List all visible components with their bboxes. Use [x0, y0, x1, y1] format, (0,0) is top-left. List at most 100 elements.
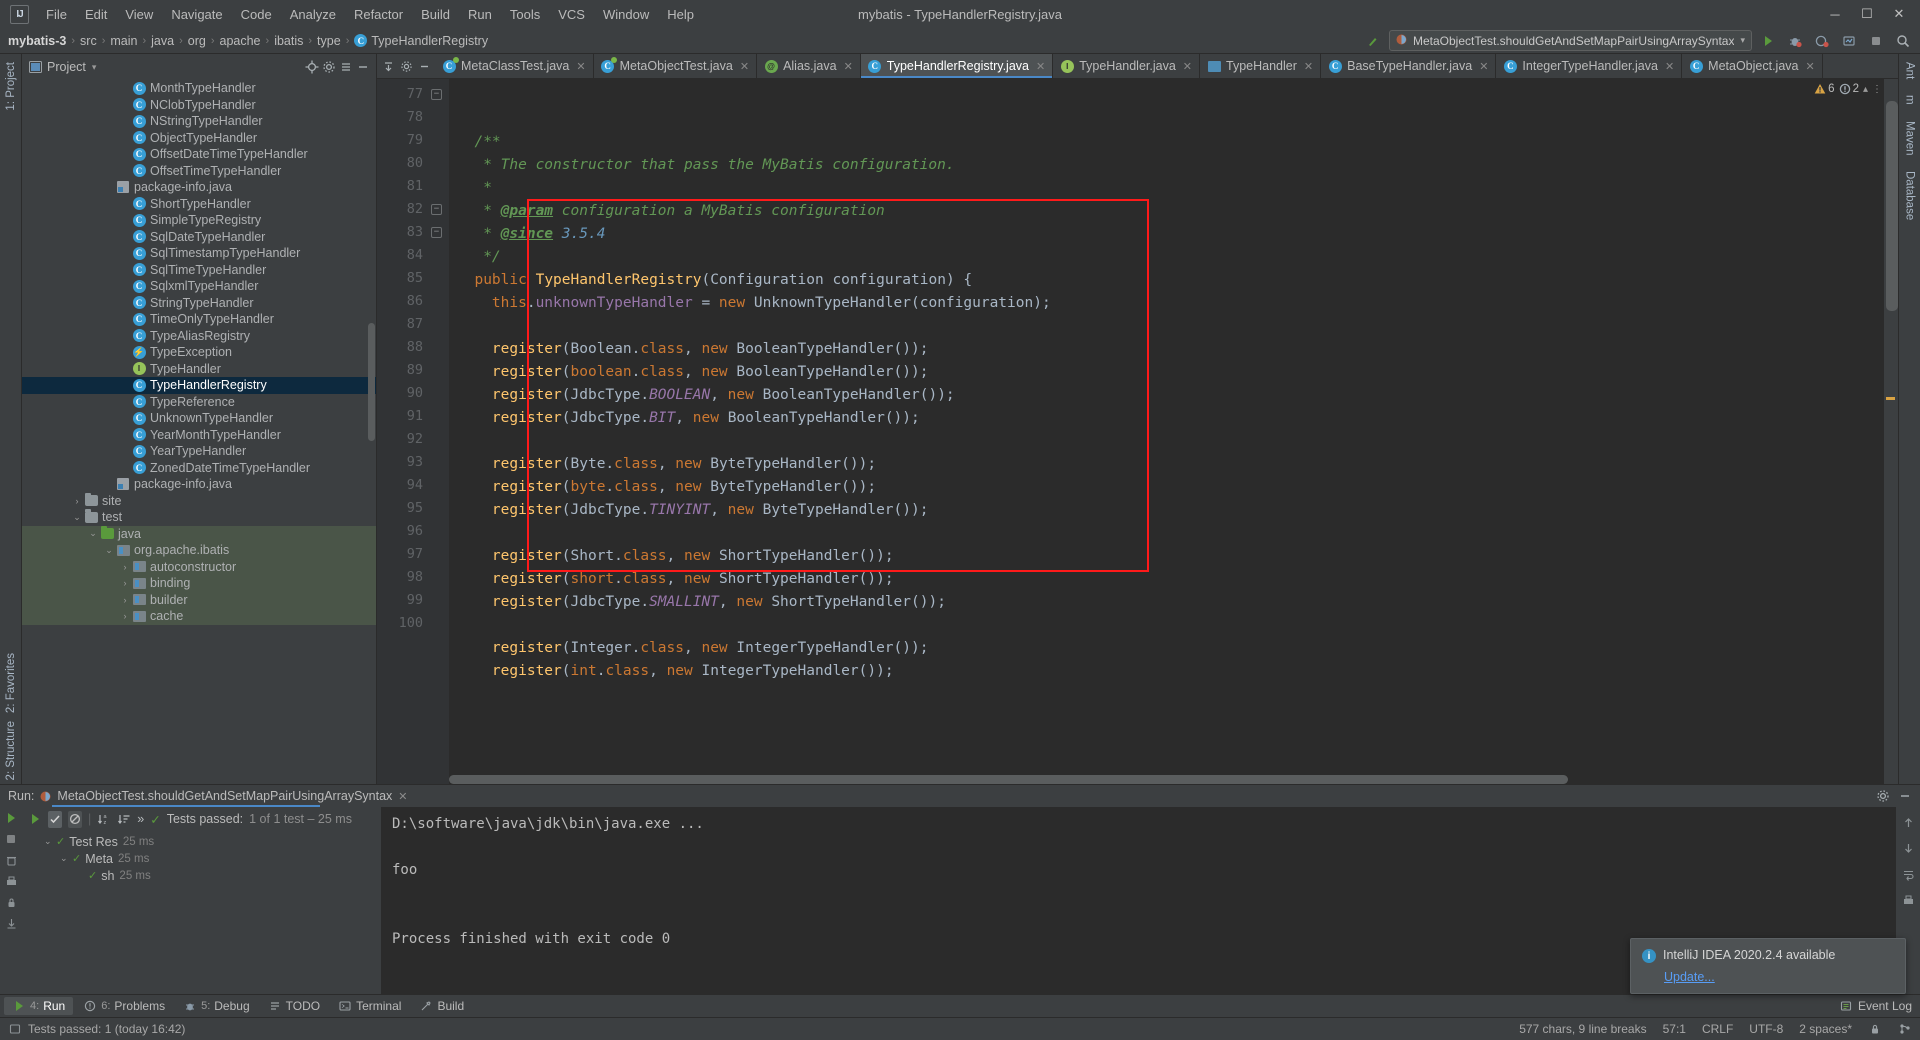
- expand-icon[interactable]: [381, 59, 395, 73]
- test-tree-row[interactable]: ⌄ ✓ Meta 25 ms: [22, 850, 381, 867]
- gear-icon[interactable]: [1876, 789, 1890, 803]
- more-actions-icon[interactable]: »: [137, 812, 144, 826]
- gutter-line[interactable]: 93: [377, 451, 449, 474]
- gutter-line[interactable]: 99: [377, 589, 449, 612]
- tree-item[interactable]: C TimeOnlyTypeHandler: [22, 311, 376, 328]
- code-line[interactable]: [449, 614, 1884, 637]
- notification-update-link[interactable]: Update...: [1664, 970, 1715, 984]
- hide-ignored-icon[interactable]: [68, 810, 82, 828]
- code-line[interactable]: register(short.class, new ShortTypeHandl…: [449, 568, 1884, 591]
- code-line[interactable]: [449, 430, 1884, 453]
- bottom-tab-terminal[interactable]: Terminal: [330, 997, 409, 1015]
- breadcrumb-item-org[interactable]: org: [188, 34, 206, 48]
- editor-tab-typehandler-java[interactable]: I TypeHandler.java ✕: [1053, 54, 1201, 78]
- tree-item[interactable]: C YearTypeHandler: [22, 443, 376, 460]
- chevron-right-icon[interactable]: ›: [70, 496, 84, 506]
- chevron-down-icon[interactable]: ⌄: [60, 853, 72, 864]
- chevron-down-icon[interactable]: ⌄: [102, 545, 116, 556]
- project-tree[interactable]: C MonthTypeHandler C NClobTypeHandler C NStri…: [22, 80, 376, 784]
- tree-item[interactable]: I TypeHandler: [22, 361, 376, 378]
- export-icon[interactable]: [4, 916, 18, 930]
- tree-item[interactable]: C UnknownTypeHandler: [22, 410, 376, 427]
- search-everywhere-icon[interactable]: [1362, 30, 1384, 51]
- chevron-down-icon[interactable]: ▾: [92, 62, 97, 73]
- chevron-right-icon[interactable]: ›: [118, 611, 132, 621]
- close-icon[interactable]: ✕: [844, 60, 853, 73]
- bottom-tab-problems[interactable]: 6: Problems: [75, 997, 173, 1015]
- tree-item[interactable]: ⌄ test: [22, 509, 376, 526]
- menu-item-build[interactable]: Build: [412, 3, 459, 26]
- tree-item[interactable]: C TypeReference: [22, 394, 376, 411]
- code-line[interactable]: * @param configuration a MyBatis configu…: [449, 200, 1884, 223]
- run-configuration-selector[interactable]: MetaObjectTest.shouldGetAndSetMapPairUsi…: [1388, 30, 1752, 51]
- close-icon[interactable]: ✕: [1805, 60, 1814, 73]
- minimize-button[interactable]: ─: [1820, 2, 1850, 26]
- print-icon[interactable]: [4, 874, 18, 888]
- code-line[interactable]: * @since 3.5.4: [449, 223, 1884, 246]
- close-icon[interactable]: ✕: [1665, 60, 1674, 73]
- code-line[interactable]: [449, 522, 1884, 545]
- locate-icon[interactable]: [305, 60, 319, 74]
- close-icon[interactable]: ✕: [1183, 60, 1192, 73]
- gutter-line[interactable]: 88: [377, 336, 449, 359]
- hide-icon[interactable]: [417, 59, 431, 73]
- tree-item[interactable]: › cache: [22, 608, 376, 625]
- menu-item-analyze[interactable]: Analyze: [281, 3, 345, 26]
- breadcrumb-item-apache[interactable]: apache: [220, 34, 261, 48]
- scroll-down-icon[interactable]: [1901, 841, 1915, 855]
- gutter-line[interactable]: 83−: [377, 221, 449, 244]
- menu-item-tools[interactable]: Tools: [501, 3, 549, 26]
- gear-icon[interactable]: [322, 60, 336, 74]
- gutter-line[interactable]: 87: [377, 313, 449, 336]
- close-icon[interactable]: ✕: [398, 790, 407, 803]
- menu-item-window[interactable]: Window: [594, 3, 658, 26]
- tree-item[interactable]: ⌄ org.apache.ibatis: [22, 542, 376, 559]
- editor-tab-typehandler[interactable]: TypeHandler ✕: [1200, 54, 1322, 78]
- code-line[interactable]: public TypeHandlerRegistry(Configuration…: [449, 269, 1884, 292]
- gutter-line[interactable]: 77−: [377, 83, 449, 106]
- chevron-right-icon[interactable]: ›: [118, 578, 132, 588]
- breadcrumb-item-main[interactable]: main: [110, 34, 137, 48]
- close-icon[interactable]: ✕: [1304, 60, 1313, 73]
- print-console-icon[interactable]: [1901, 893, 1915, 907]
- code-line[interactable]: register(byte.class, new ByteTypeHandler…: [449, 476, 1884, 499]
- tree-item[interactable]: C SqlxmlTypeHandler: [22, 278, 376, 295]
- menu-item-run[interactable]: Run: [459, 3, 501, 26]
- gutter-line[interactable]: 84: [377, 244, 449, 267]
- tree-item[interactable]: C ObjectTypeHandler: [22, 130, 376, 147]
- sidebar-item-structure[interactable]: 2: Structure: [5, 721, 17, 780]
- code-line[interactable]: register(Byte.class, new ByteTypeHandler…: [449, 453, 1884, 476]
- tree-item[interactable]: C SqlTimestampTypeHandler: [22, 245, 376, 262]
- menu-item-vcs[interactable]: VCS: [549, 3, 594, 26]
- menu-item-edit[interactable]: Edit: [76, 3, 116, 26]
- breadcrumb-item-mybatis-3[interactable]: mybatis-3: [8, 34, 66, 48]
- code-line[interactable]: register(boolean.class, new BooleanTypeH…: [449, 361, 1884, 384]
- stop-icon[interactable]: [1865, 30, 1887, 51]
- breadcrumb-item-java[interactable]: java: [151, 34, 174, 48]
- debug-icon[interactable]: [1784, 30, 1806, 51]
- editor-tab-metaobject-java[interactable]: C MetaObject.java ✕: [1682, 54, 1823, 78]
- gutter-line[interactable]: 85: [377, 267, 449, 290]
- notification-popup[interactable]: i IntelliJ IDEA 2020.2.4 available Updat…: [1630, 938, 1906, 994]
- chevron-right-icon[interactable]: ›: [118, 562, 132, 572]
- menu-item-file[interactable]: File: [37, 3, 76, 26]
- tree-item[interactable]: › builder: [22, 591, 376, 608]
- tree-item[interactable]: C NStringTypeHandler: [22, 113, 376, 130]
- bottom-tab-build[interactable]: Build: [411, 997, 472, 1015]
- tree-item[interactable]: C TypeHandlerRegistry: [22, 377, 376, 394]
- editor-tab-metaclasstest-java[interactable]: C MetaClassTest.java ✕: [435, 54, 594, 78]
- branch-icon[interactable]: [1898, 1022, 1912, 1036]
- tree-item[interactable]: › autoconstructor: [22, 558, 376, 575]
- sidebar-item-project[interactable]: 1: Project: [2, 54, 20, 119]
- code-line[interactable]: register(JdbcType.TINYINT, new ByteTypeH…: [449, 499, 1884, 522]
- rerun-icon[interactable]: [4, 811, 18, 825]
- rerun-tests-icon[interactable]: [28, 812, 42, 826]
- code-line[interactable]: register(Short.class, new ShortTypeHandl…: [449, 545, 1884, 568]
- code-line[interactable]: register(JdbcType.SMALLINT, new ShortTyp…: [449, 591, 1884, 614]
- gutter-line[interactable]: 79: [377, 129, 449, 152]
- stop-icon[interactable]: [4, 832, 18, 846]
- gutter-line[interactable]: 80: [377, 152, 449, 175]
- hide-icon[interactable]: [1898, 789, 1912, 803]
- code-line[interactable]: */: [449, 246, 1884, 269]
- gutter-line[interactable]: 97: [377, 543, 449, 566]
